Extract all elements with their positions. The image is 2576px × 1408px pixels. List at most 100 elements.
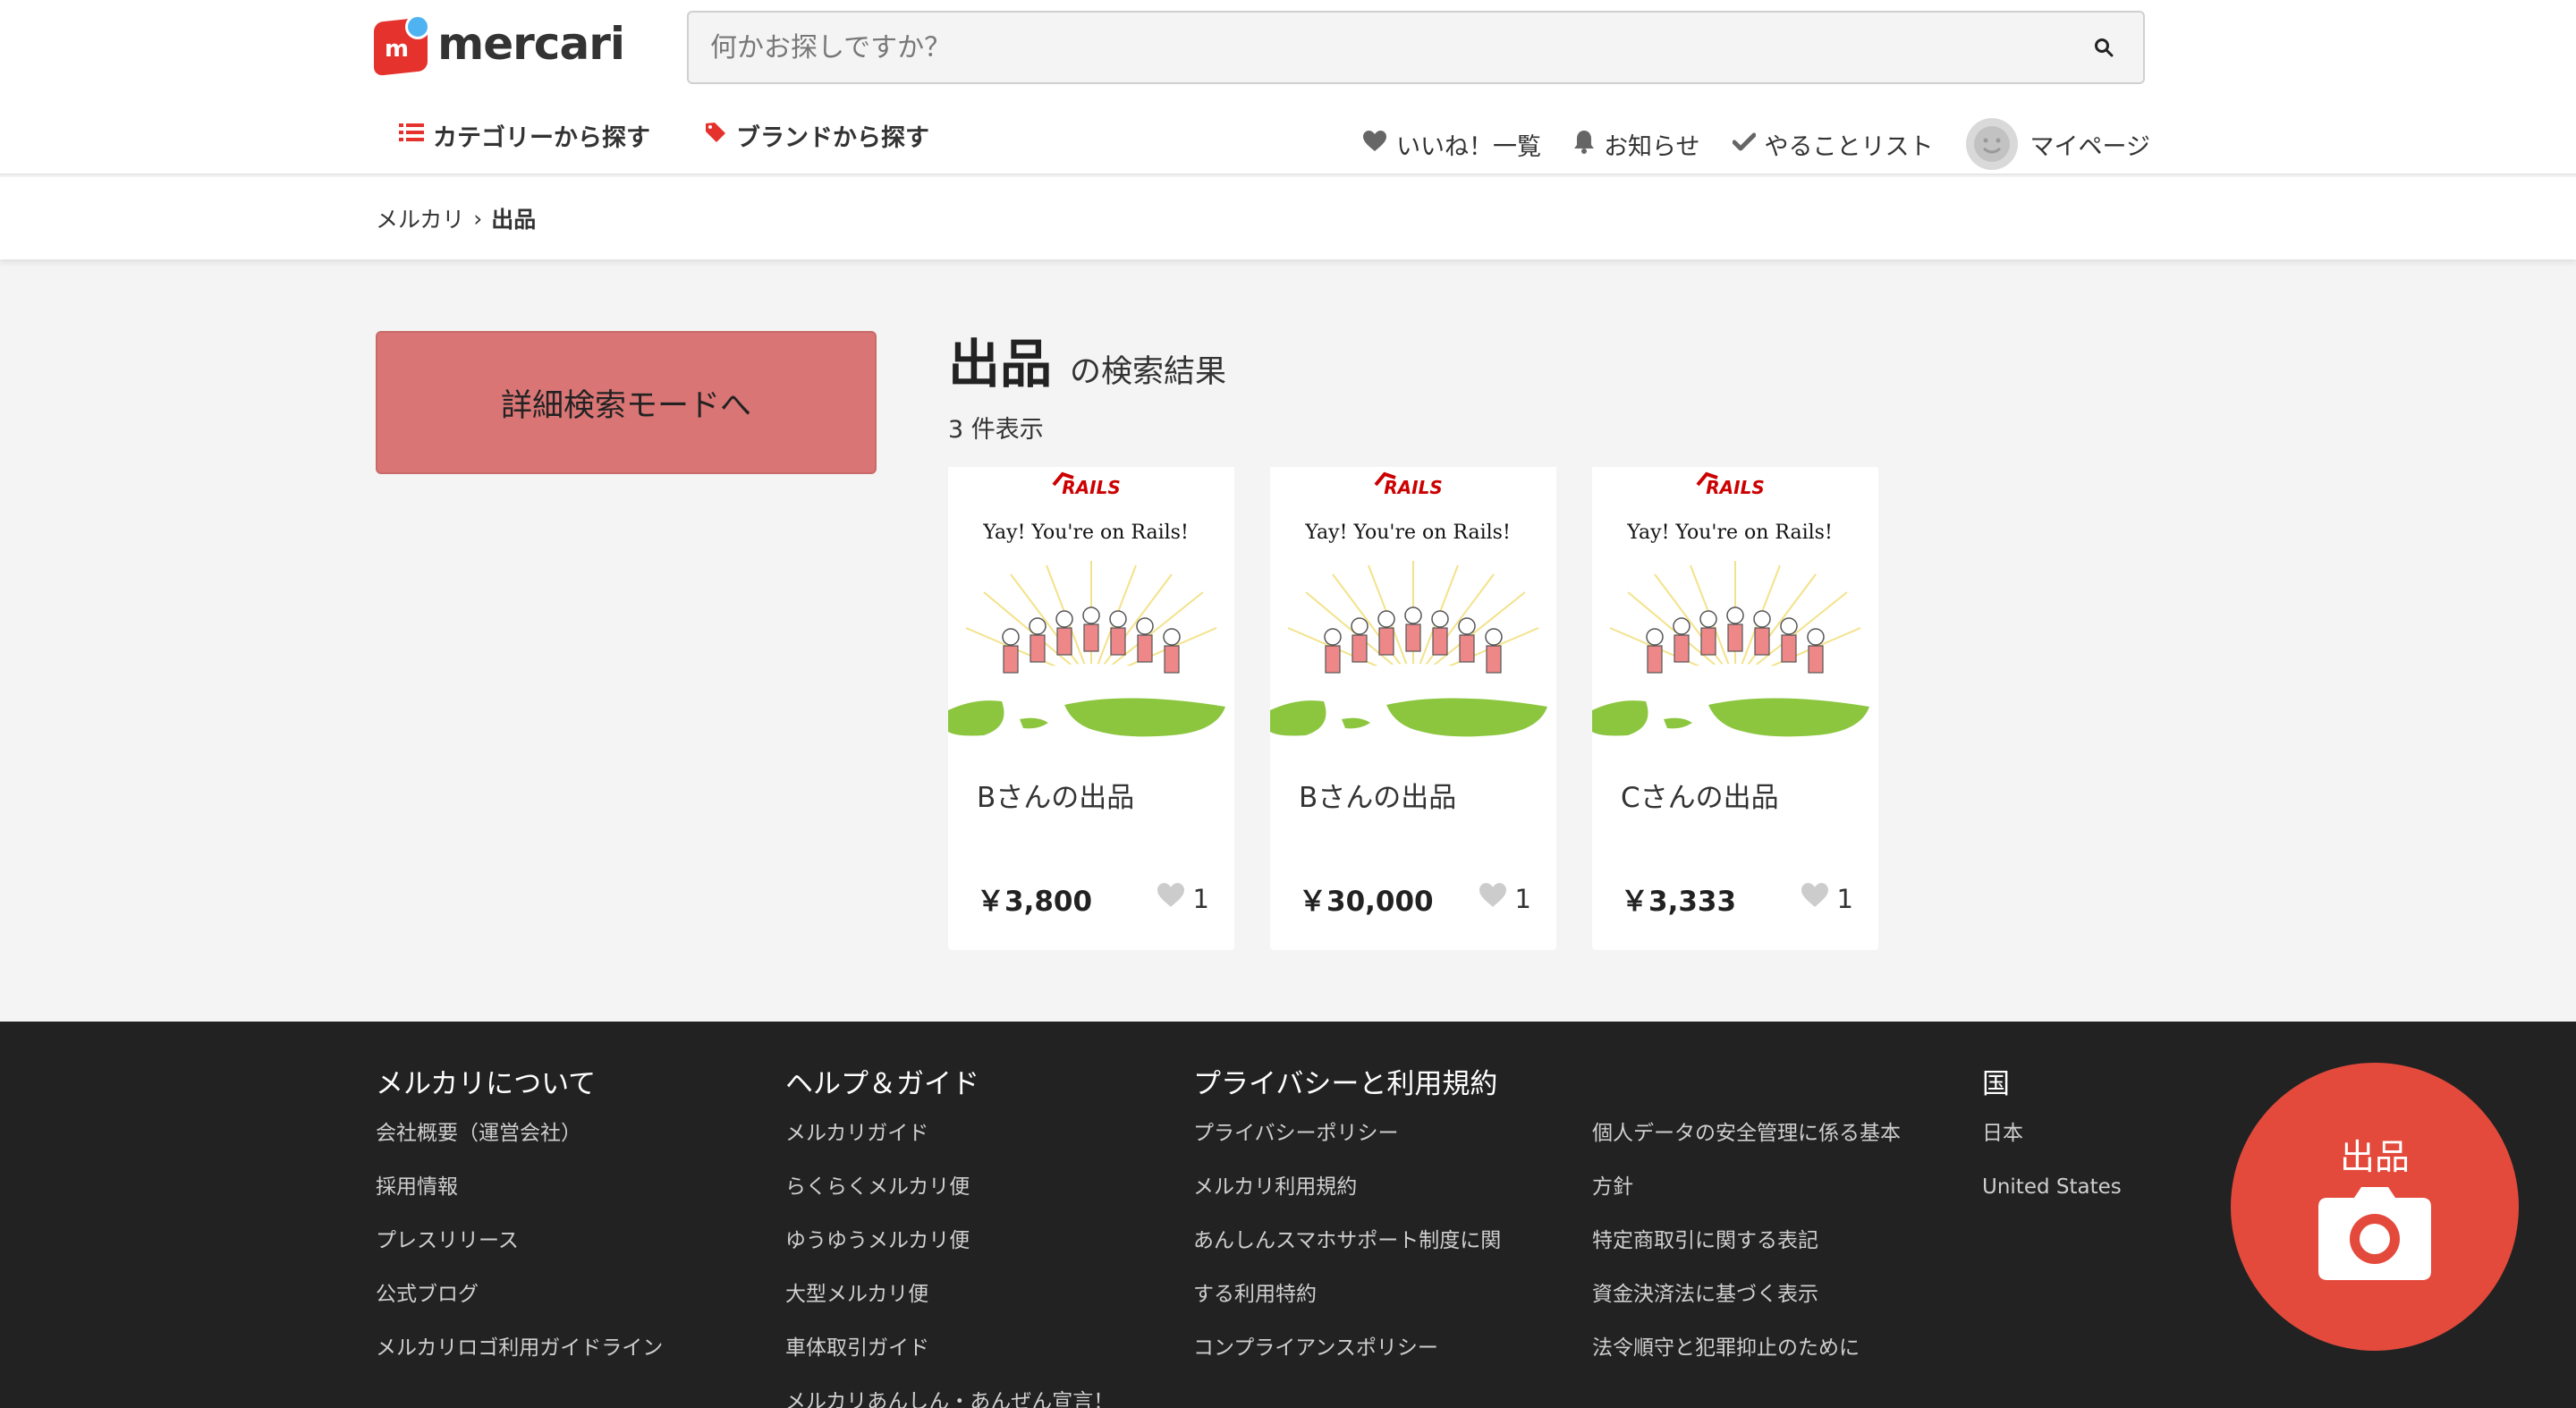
detail-search-button[interactable]: 詳細検索モードへ — [376, 331, 877, 474]
like-button[interactable]: 1 — [1800, 882, 1853, 915]
results-keyword: 出品 — [948, 334, 1053, 394]
footer-link[interactable]: 大型メルカリ便 — [785, 1281, 1114, 1335]
footer-link[interactable]: らくらくメルカリ便 — [785, 1174, 1114, 1227]
image-caption: Yay! You're on Rails! — [1626, 522, 1833, 544]
footer-link[interactable]: メルカリガイド — [785, 1120, 1114, 1174]
search-icon[interactable] — [2086, 30, 2122, 65]
results-count: 3 件表示 — [948, 416, 1044, 444]
logo-text: mercari — [437, 18, 625, 70]
nav-left: カテゴリーから探す ブランドから探す — [399, 118, 929, 153]
footer-link[interactable]: する利用特約 — [1193, 1281, 1501, 1335]
like-button[interactable]: 1 — [1478, 882, 1531, 915]
sell-button-label: 出品 — [2339, 1138, 2410, 1178]
footer-link[interactable]: 車体取引ガイド — [785, 1335, 1114, 1388]
footer-link[interactable]: あんしんスマホサポート制度に関 — [1193, 1227, 1501, 1281]
site-footer: メルカリについて 会社概要（運営会社） 採用情報 プレスリリース 公式ブログ メ… — [0, 1022, 2576, 1408]
footer-link[interactable]: プライバシーポリシー — [1193, 1120, 1501, 1174]
breadcrumb-bar: メルカリ › 出品 — [0, 177, 2576, 259]
category-search-link[interactable]: カテゴリーから探す — [399, 118, 650, 153]
footer-link[interactable]: 会社概要（運営会社） — [376, 1120, 663, 1174]
footer-link[interactable]: メルカリロゴ利用ガイドライン — [376, 1335, 663, 1388]
list-icon — [399, 122, 424, 149]
mypage-link[interactable]: マイページ — [1965, 118, 2150, 170]
heart-icon — [1156, 882, 1186, 915]
site-header: m mercari カテゴリーから探す ブランドから探す — [0, 0, 2576, 175]
like-count: 1 — [1514, 883, 1531, 914]
price-row: ￥30,000 1 — [1299, 878, 1531, 919]
item-card[interactable]: RAILS Yay! You're on Rails! Bさんの出品 — [1270, 467, 1556, 950]
check-icon — [1732, 131, 1757, 158]
footer-about: メルカリについて 会社概要（運営会社） 採用情報 プレスリリース 公式ブログ メ… — [376, 1061, 663, 1388]
avatar — [1965, 118, 2018, 170]
results-suffix: の検索結果 — [1070, 354, 1227, 390]
todo-list-label: やることリスト — [1764, 132, 1934, 161]
search-input[interactable] — [710, 31, 2086, 64]
item-price: ￥3,800 — [977, 886, 1093, 918]
item-name: Bさんの出品 — [977, 782, 1135, 814]
footer-country-title: 国 — [1982, 1068, 2010, 1100]
country-link-us[interactable]: United States — [1982, 1174, 2122, 1227]
footer-help: ヘルプ＆ガイド メルカリガイド らくらくメルカリ便 ゆうゆうメルカリ便 大型メル… — [785, 1061, 1114, 1408]
notifications-link[interactable]: お知らせ — [1573, 127, 1700, 162]
rails-logo-text: RAILS — [1062, 477, 1120, 498]
brand-search-label: ブランドから探す — [736, 124, 929, 152]
footer-link[interactable]: 公式ブログ — [376, 1281, 663, 1335]
like-button[interactable]: 1 — [1156, 882, 1209, 915]
footer-link[interactable]: 方針 — [1592, 1174, 1901, 1227]
brand-search-link[interactable]: ブランドから探す — [704, 118, 929, 153]
camera-icon — [2318, 1187, 2431, 1284]
item-image: RAILS Yay! You're on Rails! — [1592, 467, 1878, 753]
footer-link[interactable]: 採用情報 — [376, 1174, 663, 1227]
heart-icon — [1800, 882, 1830, 915]
item-image: RAILS Yay! You're on Rails! — [948, 467, 1234, 753]
rails-logo-text: RAILS — [1384, 477, 1442, 498]
item-price: ￥3,333 — [1621, 886, 1737, 918]
rails-logo-text: RAILS — [1706, 477, 1764, 498]
mercari-logo[interactable]: m mercari — [374, 13, 625, 77]
item-card[interactable]: RAILS Yay! You're on Rails! Bさんの出品 — [948, 467, 1234, 950]
footer-link[interactable]: プレスリリース — [376, 1227, 663, 1281]
price-row: ￥3,333 1 — [1621, 878, 1853, 919]
footer-link[interactable]: 資金決済法に基づく表示 — [1592, 1281, 1901, 1335]
breadcrumb: メルカリ › 出品 — [376, 202, 536, 234]
breadcrumb-home-link[interactable]: メルカリ — [376, 202, 464, 234]
mypage-label: マイページ — [2029, 132, 2150, 161]
results-heading: 出品 の検索結果 — [948, 322, 1226, 397]
footer-link[interactable]: ゆうゆうメルカリ便 — [785, 1227, 1114, 1281]
footer-about-title: メルカリについて — [376, 1068, 597, 1100]
notifications-label: お知らせ — [1604, 132, 1700, 161]
footer-link[interactable]: コンプライアンスポリシー — [1193, 1335, 1501, 1388]
footer-privacy: プライバシーと利用規約 プライバシーポリシー メルカリ利用規約 あんしんスマホサ… — [1193, 1061, 1501, 1388]
category-search-label: カテゴリーから探す — [433, 124, 650, 152]
likes-list-link[interactable]: いいね！一覧 — [1362, 127, 1541, 162]
sell-button[interactable]: 出品 — [2231, 1063, 2519, 1351]
item-grid: RAILS Yay! You're on Rails! Bさんの出品 ￥3,80… — [948, 467, 1878, 950]
tag-icon — [704, 121, 727, 150]
image-caption: Yay! You're on Rails! — [1304, 522, 1511, 544]
footer-link[interactable]: 法令順守と犯罪抑止のために — [1592, 1335, 1901, 1388]
footer-link[interactable]: 特定商取引に関する表記 — [1592, 1227, 1901, 1281]
item-card[interactable]: RAILS Yay! You're on Rails! Cさんの出品 ￥3,33… — [1592, 467, 1878, 950]
item-price: ￥30,000 — [1299, 886, 1434, 918]
search-bar — [687, 11, 2145, 84]
footer-link[interactable]: メルカリあんしん・あんぜん宣言！ — [785, 1388, 1114, 1408]
footer-link[interactable]: メルカリ利用規約 — [1193, 1174, 1501, 1227]
item-image: RAILS Yay! You're on Rails! — [1270, 467, 1556, 753]
likes-list-label: いいね！一覧 — [1396, 132, 1542, 161]
footer-help-title: ヘルプ＆ガイド — [785, 1068, 979, 1100]
bell-icon — [1573, 129, 1595, 160]
footer-country: 国 日本 United States — [1982, 1061, 2122, 1227]
image-caption: Yay! You're on Rails! — [982, 522, 1189, 544]
footer-link[interactable]: 個人データの安全管理に係る基本 — [1592, 1120, 1901, 1174]
footer-privacy-more: 個人データの安全管理に係る基本 方針 特定商取引に関する表記 資金決済法に基づく… — [1592, 1061, 1901, 1388]
mercari-logo-icon: m — [374, 14, 431, 77]
nav-right: いいね！一覧 お知らせ やることリスト マイページ — [1362, 118, 2150, 170]
footer-privacy-title: プライバシーと利用規約 — [1193, 1068, 1498, 1100]
item-name: Bさんの出品 — [1299, 782, 1457, 814]
todo-list-link[interactable]: やることリスト — [1732, 127, 1934, 162]
price-row: ￥3,800 1 — [977, 878, 1209, 919]
country-link-japan[interactable]: 日本 — [1982, 1120, 2122, 1174]
like-count: 1 — [1192, 883, 1209, 914]
breadcrumb-current: 出品 — [491, 207, 537, 233]
breadcrumb-separator: › — [473, 205, 483, 232]
